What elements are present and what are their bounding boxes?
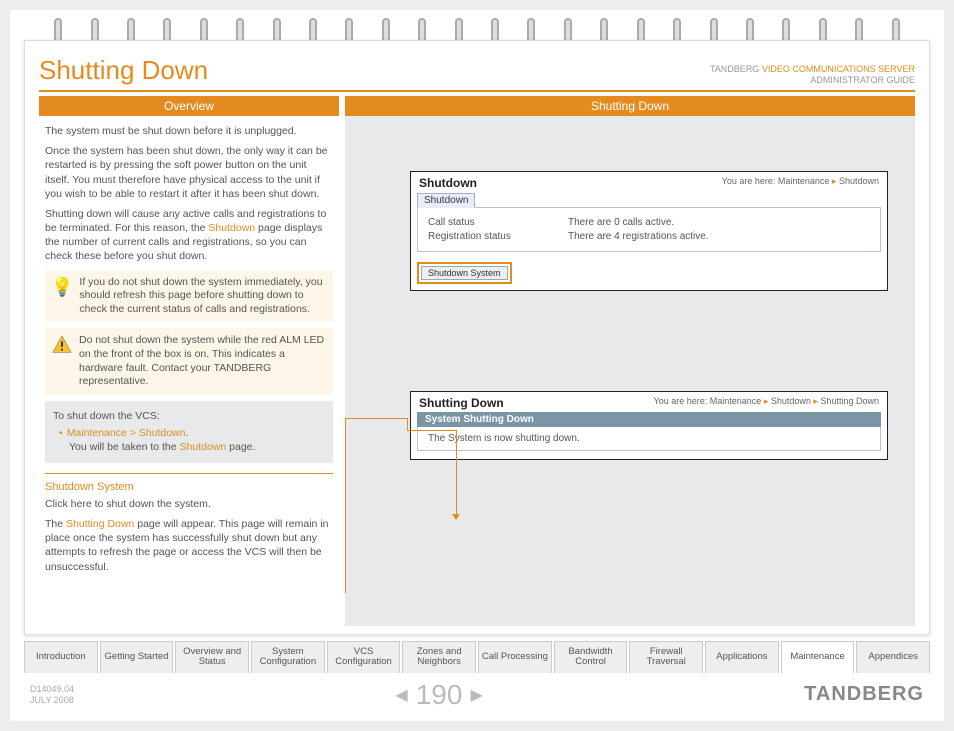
nav-tab-getting-started[interactable]: Getting Started [100, 641, 174, 673]
steps-box: To shut down the VCS: •Maintenance > Shu… [45, 401, 333, 463]
info-note: 💡 If you do not shut down the system imm… [45, 270, 333, 323]
panel-title: Shutdown [419, 176, 477, 190]
overview-p1: The system must be shut down before it i… [45, 124, 333, 138]
arrow-head-icon [452, 514, 460, 520]
page-title: Shutting Down [39, 55, 208, 86]
doc-subtitle: TANDBERG VIDEO COMMUNICATIONS SERVER ADM… [710, 64, 915, 86]
nav-tab-overview-and-status[interactable]: Overview and Status [175, 641, 249, 673]
lightbulb-icon: 💡 [51, 276, 73, 317]
next-page-icon[interactable]: ▶ [470, 685, 482, 705]
shutdown-system-heading: Shutdown System [45, 480, 333, 495]
shutdown-system-button[interactable]: Shutdown System [421, 266, 508, 280]
warning-icon [51, 334, 73, 389]
maintenance-shutdown-link[interactable]: Maintenance > Shutdown [67, 427, 186, 439]
shutdown-link[interactable]: Shutdown [208, 222, 255, 234]
shutdown-panel: Shutdown You are here: Maintenance ▸ Shu… [410, 171, 888, 291]
prev-page-icon[interactable]: ◀ [395, 685, 407, 705]
nav-tab-introduction[interactable]: Introduction [24, 641, 98, 673]
status-message: The System is now shutting down. [417, 427, 881, 451]
call-status-value: There are 0 calls active. [568, 217, 674, 228]
brand-logo: TANDBERG [804, 683, 924, 706]
shutting-down-column-header: Shutting Down [345, 96, 915, 116]
doc-id: D14049.04 JULY 2008 [30, 684, 74, 706]
page-number: ◀ 190 ▶ [395, 679, 482, 711]
status-bar: System Shutting Down [417, 412, 881, 427]
shutdown-page-link[interactable]: Shutdown [180, 441, 227, 453]
overview-p2: Once the system has been shut down, the … [45, 144, 333, 201]
nav-tab-system-configuration[interactable]: System Configuration [251, 641, 325, 673]
panel-title: Shutting Down [419, 396, 504, 410]
connector-line [345, 418, 346, 593]
breadcrumb: You are here: Maintenance ▸ Shutdown ▸ S… [654, 396, 879, 410]
registration-status-value: There are 4 registrations active. [568, 231, 709, 242]
registration-status-label: Registration status [428, 231, 568, 242]
call-status-label: Call status [428, 217, 568, 228]
overview-column-header: Overview [39, 96, 339, 116]
shutting-down-link[interactable]: Shutting Down [66, 518, 134, 530]
connector-line [345, 418, 408, 419]
warning-note: Do not shut down the system while the re… [45, 328, 333, 395]
shutdown-tab[interactable]: Shutdown [417, 193, 475, 208]
connector-line [407, 419, 457, 431]
spiral-binding [10, 10, 944, 40]
arrow-line [456, 431, 457, 516]
breadcrumb: You are here: Maintenance ▸ Shutdown [722, 176, 879, 190]
shutdown-system-highlight: Shutdown System [417, 262, 512, 284]
shutting-down-panel: Shutting Down You are here: Maintenance … [410, 391, 888, 460]
overview-p3: Shutting down will cause any active call… [45, 207, 333, 264]
